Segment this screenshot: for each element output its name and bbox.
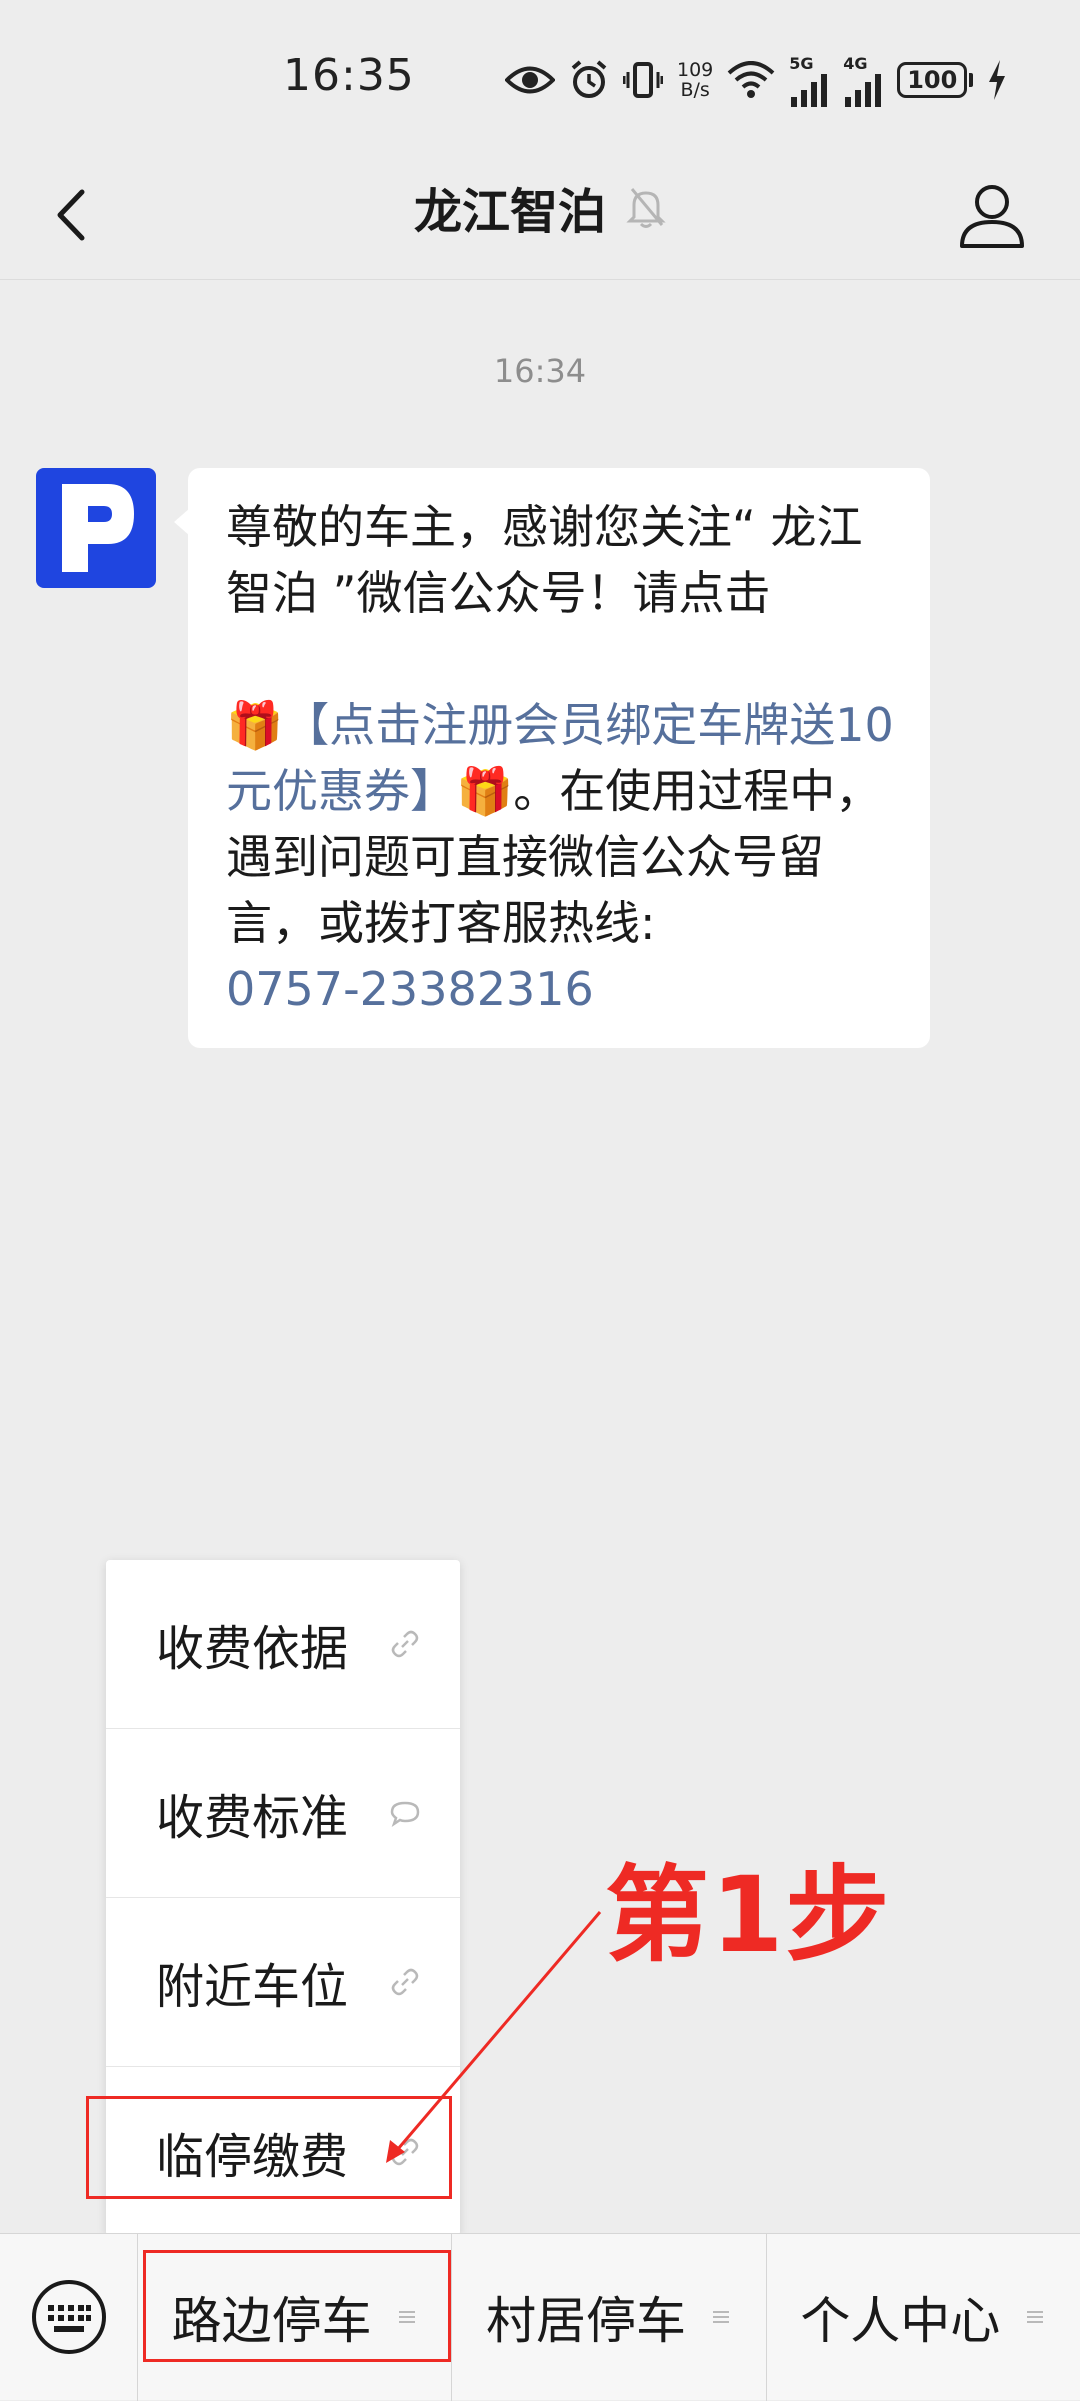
chat-title: 龙江智泊 xyxy=(413,184,606,240)
link-icon xyxy=(391,1968,419,1996)
account-avatar[interactable] xyxy=(36,468,156,588)
link-icon xyxy=(391,1630,419,1658)
menu-item-label: 收费标准 xyxy=(156,1790,349,1846)
tab-label: 个人中心 xyxy=(800,2292,1001,2350)
tab-personal-center[interactable]: 个人中心 xyxy=(767,2234,1080,2401)
battery-tip xyxy=(969,73,974,87)
parking-p-icon xyxy=(62,484,134,572)
chat-header: 龙江智泊 xyxy=(0,150,1080,280)
gift-emoji: 🎁 xyxy=(456,764,514,818)
alarm-icon xyxy=(571,60,607,98)
annotation-highlight-menu-item xyxy=(86,2096,452,2199)
gift-emoji: 🎁 xyxy=(226,698,284,752)
battery-indicator: 100 xyxy=(897,62,974,98)
net-speed-value: 109 xyxy=(677,59,714,81)
message-timestamp: 16:34 xyxy=(493,352,587,390)
keyboard-toggle-button[interactable] xyxy=(0,2233,138,2401)
network-speed: 109 B/s xyxy=(677,60,713,100)
signal-bars-icon xyxy=(845,73,882,107)
battery-level: 100 xyxy=(897,62,968,98)
signal-5g: 5G xyxy=(789,54,829,107)
menu-item-label: 收费依据 xyxy=(156,1621,349,1677)
annotation-highlight-tab xyxy=(143,2250,451,2362)
profile-icon[interactable] xyxy=(954,176,1030,252)
annotation-step-label: 第1步 xyxy=(605,1854,892,1976)
signal-4g: 4G xyxy=(843,54,883,107)
message-bubble: 尊敬的车主，感谢您关注“ 龙江智泊 ”微信公众号！请点击 🎁【点击注册会员绑定车… xyxy=(174,468,930,1048)
menu-item-charge-basis[interactable]: 收费依据 xyxy=(106,1560,460,1729)
status-icons: 109 B/s 5G 4G 100 xyxy=(505,52,1007,108)
menu-item-label: 附近车位 xyxy=(156,1959,349,2015)
mute-bell-icon xyxy=(626,188,666,228)
eye-icon xyxy=(505,66,555,94)
net-speed-unit: B/s xyxy=(680,79,710,101)
hotline-phone-link[interactable]: 0757-23382316 xyxy=(226,962,594,1016)
tab-label: 村居停车 xyxy=(485,2292,686,2350)
status-bar: 16:35 109 B/s 5G 4G 100 xyxy=(0,0,1080,150)
charging-icon xyxy=(989,60,1006,100)
menu-lines-icon xyxy=(1027,2311,1044,2323)
vibrate-icon xyxy=(623,62,663,98)
wifi-icon xyxy=(727,61,775,98)
message-icon xyxy=(390,1801,420,1828)
tab-village-parking[interactable]: 村居停车 xyxy=(452,2233,767,2401)
menu-item-charge-standard[interactable]: 收费标准 xyxy=(106,1729,460,1898)
menu-lines-icon xyxy=(712,2311,729,2323)
status-time: 16:35 xyxy=(283,50,415,101)
signal-5g-label: 5G xyxy=(789,53,814,73)
signal-bars-icon xyxy=(791,73,828,107)
message-intro: 尊敬的车主，感谢您关注“ 龙江智泊 ”微信公众号！请点击 xyxy=(226,500,863,620)
keyboard-icon xyxy=(31,2280,106,2354)
chat-title-bar: 龙江智泊 xyxy=(0,172,1080,242)
signal-4g-label: 4G xyxy=(843,53,868,73)
menu-item-nearby-spaces[interactable]: 附近车位 xyxy=(106,1898,460,2067)
